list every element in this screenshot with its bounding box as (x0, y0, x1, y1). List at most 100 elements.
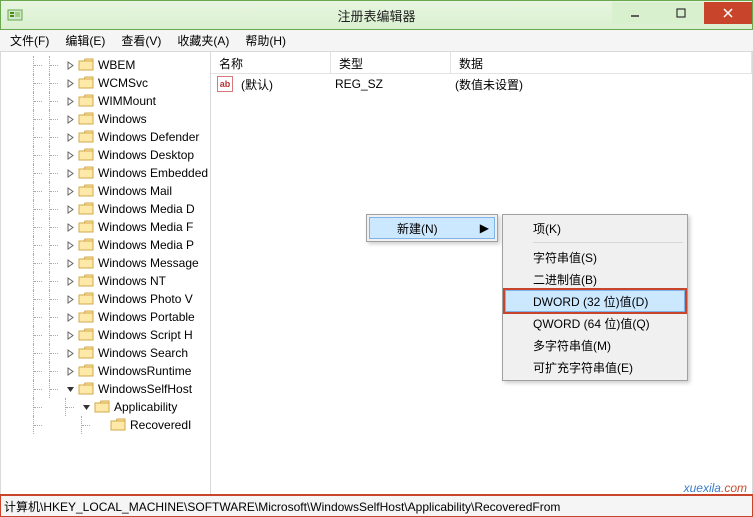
tree-node[interactable]: Windows Photo V (1, 290, 211, 308)
tree-label: Windows Photo V (98, 292, 193, 306)
ctx-binary[interactable]: 二进制值(B) (505, 268, 685, 290)
folder-icon (78, 274, 94, 288)
value-type: REG_SZ (327, 77, 447, 91)
folder-icon (78, 94, 94, 108)
expand-icon[interactable] (65, 258, 76, 269)
folder-icon (78, 256, 94, 270)
expand-icon[interactable] (65, 240, 76, 251)
folder-icon (78, 328, 94, 342)
ctx-key[interactable]: 项(K) (505, 217, 685, 239)
folder-icon (78, 76, 94, 90)
expand-icon[interactable] (65, 114, 76, 125)
value-data: (数值未设置) (447, 76, 531, 93)
list-row[interactable]: ab (默认) REG_SZ (数值未设置) (211, 74, 752, 94)
expand-icon[interactable] (65, 60, 76, 71)
expand-icon[interactable] (65, 294, 76, 305)
ctx-new[interactable]: 新建(N) ▶ (369, 217, 495, 239)
tree-node[interactable]: RecoveredI (1, 416, 211, 434)
tree-label: Windows Embedded (98, 166, 208, 180)
folder-icon (78, 166, 94, 180)
menu-file[interactable]: 文件(F) (6, 30, 53, 51)
folder-icon (94, 400, 110, 414)
window-title: 注册表编辑器 (337, 6, 415, 25)
tree-label: Windows Media D (98, 202, 195, 216)
folder-icon (78, 202, 94, 216)
list-header: 名称 类型 数据 (211, 52, 752, 74)
status-path: 计算机\HKEY_LOCAL_MACHINE\SOFTWARE\Microsof… (4, 498, 560, 515)
folder-icon (78, 346, 94, 360)
tree-node[interactable]: WIMMount (1, 92, 211, 110)
tree-label: Windows Media F (98, 220, 193, 234)
ctx-expand[interactable]: 可扩充字符串值(E) (505, 356, 685, 378)
context-menu: 新建(N) ▶ (366, 214, 498, 242)
folder-icon (78, 238, 94, 252)
ctx-multi[interactable]: 多字符串值(M) (505, 334, 685, 356)
ctx-qword[interactable]: QWORD (64 位)值(Q) (505, 312, 685, 334)
tree-node[interactable]: Windows (1, 110, 211, 128)
tree-node[interactable]: Windows Search (1, 344, 211, 362)
expand-icon[interactable] (65, 78, 76, 89)
tree-node[interactable]: WCMSvc (1, 74, 211, 92)
folder-icon (78, 220, 94, 234)
ctx-new-label: 新建(N) (397, 220, 438, 237)
menu-help[interactable]: 帮助(H) (241, 30, 290, 51)
expand-icon[interactable] (65, 186, 76, 197)
folder-icon (110, 418, 126, 432)
separator (533, 242, 683, 243)
expand-icon[interactable] (81, 402, 92, 413)
folder-icon (78, 58, 94, 72)
ctx-string[interactable]: 字符串值(S) (505, 246, 685, 268)
tree-label: Windows Media P (98, 238, 194, 252)
tree-label: Windows Script H (98, 328, 193, 342)
expand-icon[interactable] (65, 366, 76, 377)
expand-icon[interactable] (65, 384, 76, 395)
tree-node[interactable]: Windows Mail (1, 182, 211, 200)
tree-node[interactable]: WindowsSelfHost (1, 380, 211, 398)
folder-icon (78, 292, 94, 306)
tree-node[interactable]: Windows Embedded (1, 164, 211, 182)
tree-label: WindowsSelfHost (98, 382, 192, 396)
maximize-button[interactable] (658, 2, 704, 24)
tree-label: Windows (98, 112, 147, 126)
tree-node[interactable]: Windows Media D (1, 200, 211, 218)
col-type[interactable]: 类型 (331, 52, 451, 73)
title-bar: 注册表编辑器 (0, 0, 753, 30)
expand-icon[interactable] (65, 222, 76, 233)
expand-icon[interactable] (65, 348, 76, 359)
menu-view[interactable]: 查看(V) (117, 30, 165, 51)
value-name: (默认) (233, 76, 327, 93)
tree-label: Windows Message (98, 256, 199, 270)
tree-node[interactable]: Windows Script H (1, 326, 211, 344)
tree-node[interactable]: Applicability (1, 398, 211, 416)
expand-icon[interactable] (65, 330, 76, 341)
tree-node[interactable]: WindowsRuntime (1, 362, 211, 380)
tree-node[interactable]: Windows Defender (1, 128, 211, 146)
col-data[interactable]: 数据 (451, 52, 752, 73)
tree-node[interactable]: Windows Media P (1, 236, 211, 254)
tree-node[interactable]: Windows Desktop (1, 146, 211, 164)
tree-node[interactable]: Windows Media F (1, 218, 211, 236)
expand-icon[interactable] (65, 150, 76, 161)
expand-icon[interactable] (65, 132, 76, 143)
col-name[interactable]: 名称 (211, 52, 331, 73)
menu-favorites[interactable]: 收藏夹(A) (173, 30, 233, 51)
tree-node[interactable]: Windows NT (1, 272, 211, 290)
tree-node[interactable]: WBEM (1, 56, 211, 74)
tree-panel[interactable]: WBEM WCMSvc WIMMount Windows Windows Defende… (1, 52, 211, 494)
menu-bar: 文件(F) 编辑(E) 查看(V) 收藏夹(A) 帮助(H) (0, 30, 753, 52)
expand-icon[interactable] (65, 312, 76, 323)
expand-icon[interactable] (65, 204, 76, 215)
window-controls (612, 1, 752, 29)
tree-label: WCMSvc (98, 76, 148, 90)
menu-edit[interactable]: 编辑(E) (61, 30, 109, 51)
expand-icon[interactable] (65, 276, 76, 287)
folder-icon (78, 364, 94, 378)
close-button[interactable] (704, 2, 752, 24)
tree-node[interactable]: Windows Portable (1, 308, 211, 326)
minimize-button[interactable] (612, 2, 658, 24)
expand-icon[interactable] (65, 96, 76, 107)
tree-node[interactable]: Windows Message (1, 254, 211, 272)
expand-icon[interactable] (65, 168, 76, 179)
ctx-dword[interactable]: DWORD (32 位)值(D) (505, 290, 685, 312)
tree-label: Windows Portable (98, 310, 195, 324)
